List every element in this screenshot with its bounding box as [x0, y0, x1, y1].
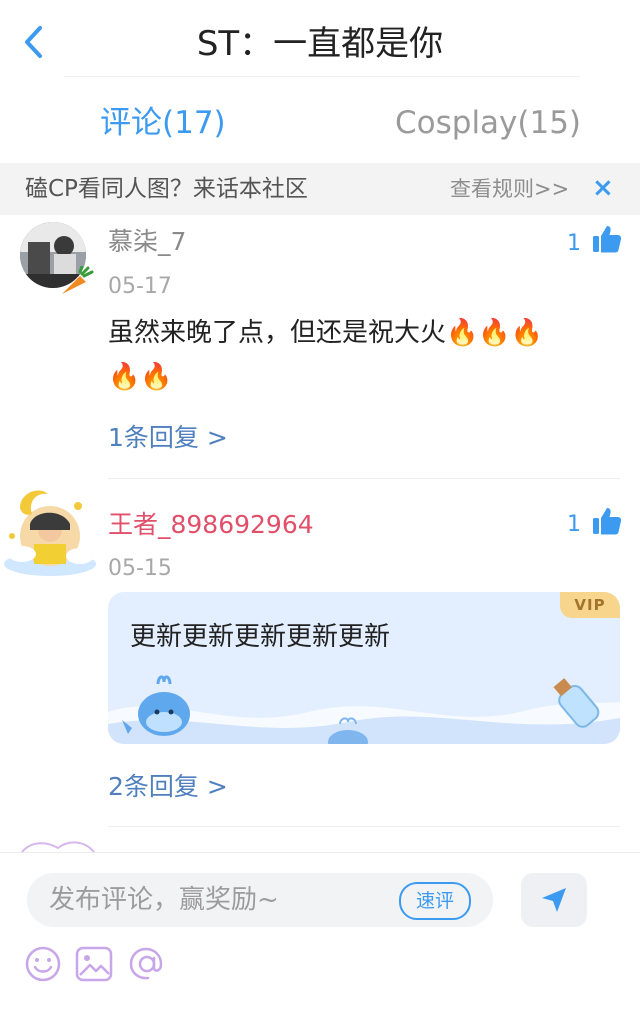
- image-icon[interactable]: [74, 945, 114, 983]
- comment-date: 05-17: [108, 274, 172, 299]
- comment-divider: [108, 478, 620, 479]
- replies-link[interactable]: 1条回复 >: [108, 421, 228, 455]
- thumbs-up-icon[interactable]: [592, 506, 622, 536]
- whale-background: [108, 675, 620, 744]
- comment-divider: [108, 826, 620, 827]
- send-icon: [542, 888, 566, 912]
- comment-input-placeholder: 发布评论，赢奖励~: [49, 885, 279, 915]
- emoji-icon[interactable]: [24, 945, 62, 983]
- tab-cosplay[interactable]: Cosplay(15): [395, 100, 581, 146]
- comment-text: 虽然来晚了点，但还是祝大火🔥🔥🔥: [108, 318, 544, 348]
- carrot-icon: [62, 266, 94, 294]
- close-banner-button[interactable]: ×: [592, 171, 614, 205]
- send-button[interactable]: [521, 873, 587, 927]
- tab-comments[interactable]: 评论(17): [100, 100, 226, 146]
- page-title: ST：一直都是你: [196, 24, 444, 64]
- comment-input[interactable]: 发布评论，赢奖励~ 速评: [27, 873, 493, 927]
- top-bar: ST：一直都是你: [0, 0, 640, 80]
- community-banner: 磕CP看同人图？来话本社区 查看规则>> ×: [0, 163, 640, 215]
- comment-composer: 发布评论，赢奖励~ 速评: [0, 852, 640, 1035]
- username[interactable]: 慕柒_7: [108, 225, 186, 259]
- like-count: 1: [567, 231, 581, 256]
- quick-comment-button[interactable]: 速评: [399, 882, 471, 920]
- vip-badge: VIP: [560, 592, 620, 618]
- avatar-frame[interactable]: [0, 484, 100, 580]
- comment-text: 更新更新更新更新更新: [130, 622, 391, 652]
- banner-text: 磕CP看同人图？来话本社区: [25, 176, 308, 202]
- vip-comment-card: VIP 更新更新更新更新更新: [108, 592, 620, 744]
- like-count: 1: [567, 512, 581, 537]
- view-rules-link[interactable]: 查看规则>>: [450, 173, 569, 205]
- comment-text-cont: 🔥🔥: [108, 362, 173, 392]
- thumbs-up-icon[interactable]: [592, 224, 622, 254]
- mention-icon[interactable]: [127, 945, 167, 983]
- username[interactable]: 王者_898692964: [108, 508, 314, 542]
- header-divider: [64, 76, 580, 77]
- replies-link[interactable]: 2条回复 >: [108, 770, 228, 804]
- comment-date: 05-15: [108, 556, 172, 581]
